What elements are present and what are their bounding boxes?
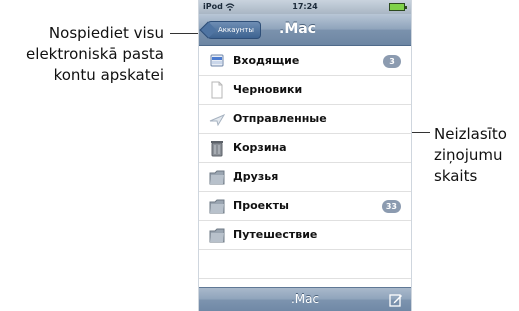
callout-accounts-line-2: elektroniskā pasta (26, 45, 164, 63)
mailbox-label: Отправленные (233, 112, 327, 125)
mailbox-label: Друзья (233, 170, 279, 183)
mailbox-row-travel[interactable]: Путешествие (199, 221, 411, 250)
toolbar-title: .Mac (290, 292, 320, 306)
mailbox-label: Корзина (233, 141, 287, 154)
phone-screen: iPod 17:24 Аккаунты .Mac Входящие 3 Черн… (198, 0, 412, 311)
mailbox-label: Черновики (233, 83, 303, 96)
mailbox-label: Входящие (233, 54, 300, 67)
unread-badge: 33 (381, 200, 401, 213)
accounts-back-button[interactable]: Аккаунты (207, 21, 261, 39)
callout-unread-line-3: skaits (434, 167, 478, 185)
bottom-toolbar: .Mac (199, 287, 411, 311)
sent-icon (209, 114, 225, 127)
trash-icon (211, 141, 223, 157)
status-time: 17:24 (292, 2, 318, 11)
inbox-icon (210, 54, 224, 67)
folder-icon (209, 199, 225, 214)
mailbox-row-friends[interactable]: Друзья (199, 163, 411, 192)
callout-unread-line-2: ziņojumu (434, 146, 503, 164)
mailbox-row-drafts[interactable]: Черновики (199, 76, 411, 105)
accounts-back-label: Аккаунты (218, 26, 254, 34)
folder-icon (209, 228, 225, 243)
callout-accounts-line-3: kontu apskatei (53, 66, 164, 84)
nav-title: .Mac (279, 21, 316, 37)
navigation-bar: Аккаунты .Mac (199, 14, 411, 46)
mailbox-row-inbox[interactable]: Входящие 3 (199, 47, 411, 76)
unread-badge: 3 (383, 55, 401, 68)
mailbox-row-sent[interactable]: Отправленные (199, 105, 411, 134)
callout-accounts-line-1: Nospiediet visu (48, 24, 164, 42)
mailbox-row-projects[interactable]: Проекты 33 (199, 192, 411, 221)
status-bar: iPod 17:24 (199, 0, 411, 14)
compose-icon[interactable] (389, 293, 403, 307)
callout-unread: Neizlasīto ziņojumu skaits (434, 124, 519, 187)
folder-icon (209, 170, 225, 185)
battery-icon (389, 3, 407, 11)
mailbox-label: Проекты (233, 199, 289, 212)
callout-unread-line-1: Neizlasīto (434, 125, 507, 143)
drafts-icon (211, 81, 223, 99)
mailbox-list: Входящие 3 Черновики Отправленные Корзин… (199, 47, 411, 308)
mailbox-row-trash[interactable]: Корзина (199, 134, 411, 163)
mailbox-label: Путешествие (233, 228, 318, 241)
callout-accounts: Nospiediet visu elektroniskā pasta kontu… (0, 23, 164, 86)
empty-row (199, 250, 411, 279)
